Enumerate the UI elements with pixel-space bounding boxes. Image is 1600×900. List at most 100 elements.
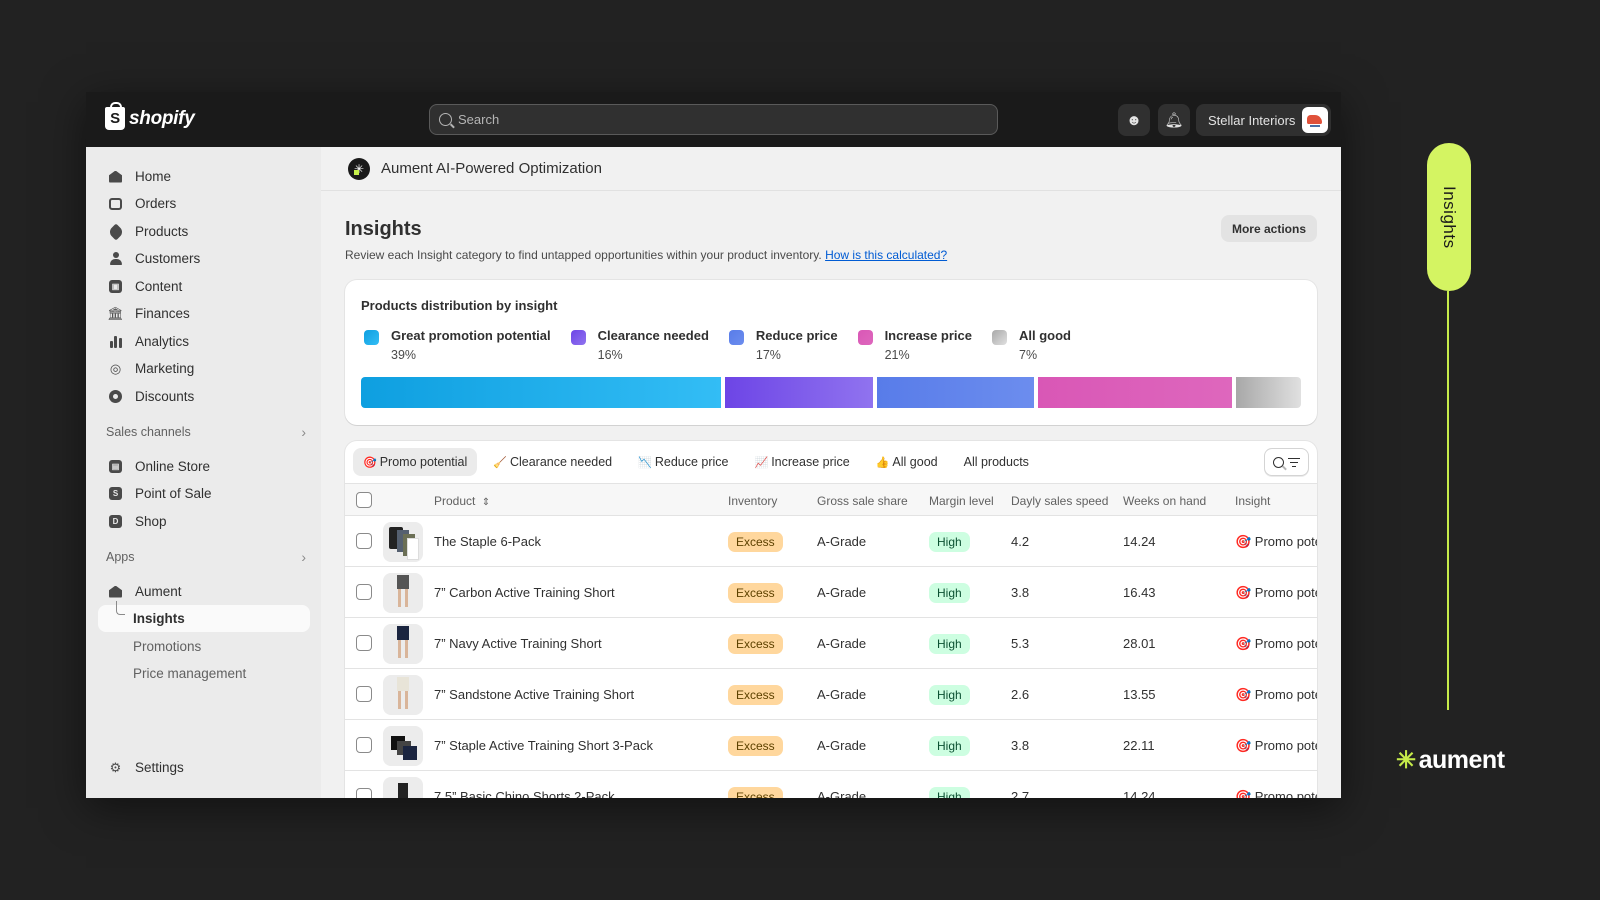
tab-all-good[interactable]: 👍 All good bbox=[866, 448, 948, 476]
margin-badge: High bbox=[929, 583, 970, 603]
column-header-product[interactable]: Product ⇕ bbox=[434, 494, 490, 508]
distribution-title: Products distribution by insight bbox=[361, 298, 558, 313]
store-menu-button[interactable]: Stellar Interiors bbox=[1196, 104, 1331, 136]
sidebar-item-price-management[interactable]: Price management bbox=[98, 660, 310, 687]
product-name[interactable]: 7” Navy Active Training Short bbox=[434, 636, 602, 651]
sidebar-item-orders[interactable]: Orders bbox=[98, 190, 310, 217]
aument-logo-icon: ✳ bbox=[348, 157, 370, 180]
shopify-logo[interactable]: S shopify bbox=[105, 102, 195, 130]
gross-sale-share: A-Grade bbox=[817, 585, 867, 600]
sub-item-arrow-icon bbox=[116, 601, 125, 615]
legend-percent: 17% bbox=[755, 348, 781, 362]
row-checkbox[interactable] bbox=[356, 788, 372, 798]
sidekick-button[interactable]: ☻ bbox=[1118, 104, 1150, 136]
legend-item: Increase price 21% bbox=[857, 328, 972, 362]
tab-reduce-price[interactable]: 📉 Reduce price bbox=[628, 448, 738, 476]
sidebar-item-online-store[interactable]: ▤ Online Store bbox=[98, 453, 310, 480]
sidebar-item-aument[interactable]: Aument bbox=[98, 578, 310, 605]
distribution-segment[interactable] bbox=[1038, 377, 1233, 408]
sidebar-item-label: Home bbox=[135, 169, 172, 184]
product-thumbnail bbox=[383, 624, 423, 664]
product-name[interactable]: 7” Sandstone Active Training Short bbox=[434, 687, 634, 702]
inventory-badge: Excess bbox=[728, 685, 783, 705]
distribution-segment[interactable] bbox=[361, 377, 722, 408]
row-checkbox[interactable] bbox=[356, 686, 372, 702]
legend-percent: 7% bbox=[1019, 348, 1038, 362]
tab-label: Reduce price bbox=[654, 455, 729, 469]
product-name[interactable]: 7” Carbon Active Training Short bbox=[434, 585, 615, 600]
product-name[interactable]: 7” Staple Active Training Short 3-Pack bbox=[434, 738, 653, 753]
search-icon bbox=[1273, 456, 1284, 468]
table-row[interactable]: 7” Carbon Active Training Short Excess A-G… bbox=[345, 567, 1317, 618]
notifications-button[interactable]: 🔔︎ bbox=[1158, 104, 1190, 136]
row-checkbox[interactable] bbox=[356, 584, 372, 600]
apps-header[interactable]: Apps › bbox=[106, 549, 306, 565]
search-input[interactable] bbox=[458, 112, 958, 127]
sidebar-item-analytics[interactable]: Analytics bbox=[98, 328, 310, 355]
table-row[interactable]: 7.5” Basic Chino Shorts 2-Pack Excess A-Gr… bbox=[345, 771, 1317, 798]
sidebar-item-label: Analytics bbox=[135, 334, 190, 349]
sidebar-item-content[interactable]: ▣ Content bbox=[98, 273, 310, 300]
app-title: Aument AI-Powered Optimization bbox=[381, 160, 602, 177]
sidebar-item-discounts[interactable]: Discounts bbox=[98, 383, 310, 410]
distribution-segment[interactable] bbox=[725, 377, 874, 408]
insight-label: 🎯 Promo potential bbox=[1235, 687, 1317, 702]
table-row[interactable]: 7” Navy Active Training Short Excess A-Gra… bbox=[345, 618, 1317, 669]
tab-label: All products bbox=[963, 455, 1029, 469]
sales-channels-header[interactable]: Sales channels › bbox=[106, 424, 306, 440]
product-name[interactable]: The Staple 6-Pack bbox=[434, 534, 541, 549]
sidebar-item-finances[interactable]: 🏛︎ Finances bbox=[98, 300, 310, 327]
legend-swatch bbox=[364, 330, 379, 345]
insight-label: 🎯 Promo potential bbox=[1235, 636, 1317, 651]
sidekick-icon: ☻ bbox=[1126, 111, 1142, 129]
sidebar-item-label: Orders bbox=[135, 196, 177, 211]
legend-name: All good bbox=[1019, 328, 1072, 343]
section-label: Apps bbox=[106, 550, 135, 564]
bar-chart-icon bbox=[108, 334, 123, 349]
sidebar-item-label: Shop bbox=[135, 514, 167, 529]
pos-icon: S bbox=[108, 486, 123, 501]
tab-all-products[interactable]: All products bbox=[954, 448, 1039, 476]
tab-clearance-needed[interactable]: 🧹 Clearance needed bbox=[483, 448, 622, 476]
product-thumbnail bbox=[383, 726, 423, 766]
tab-emoji-icon: 👍 bbox=[875, 456, 890, 469]
inventory-badge: Excess bbox=[728, 532, 783, 552]
sidebar-item-shop[interactable]: D Shop bbox=[98, 508, 310, 535]
sidebar-item-home[interactable]: Home bbox=[98, 163, 310, 190]
distribution-segment[interactable] bbox=[877, 377, 1035, 408]
sidebar-item-label: Promotions bbox=[133, 639, 202, 654]
row-checkbox[interactable] bbox=[356, 635, 372, 651]
sidebar-item-marketing[interactable]: ◎ Marketing bbox=[98, 355, 310, 382]
product-name[interactable]: 7.5” Basic Chino Shorts 2-Pack bbox=[434, 789, 615, 798]
sidebar-item-insights[interactable]: Insights bbox=[98, 601, 310, 632]
sidebar-item-label: Finances bbox=[135, 306, 190, 321]
legend-swatch bbox=[570, 330, 586, 345]
inventory-badge: Excess bbox=[728, 583, 783, 603]
tab-increase-price[interactable]: 📈 Increase price bbox=[745, 448, 860, 476]
daily-sales-speed: 3.8 bbox=[1011, 738, 1030, 753]
page-title: Insights bbox=[345, 218, 422, 240]
discount-icon bbox=[108, 389, 123, 404]
column-header-inventory: Inventory bbox=[728, 494, 778, 508]
legend-name: Clearance needed bbox=[597, 328, 709, 343]
row-checkbox[interactable] bbox=[356, 737, 372, 753]
sidebar-item-settings[interactable]: ⚙ Settings bbox=[98, 754, 310, 781]
search-filter-button[interactable] bbox=[1264, 448, 1309, 476]
table-row[interactable]: 7” Sandstone Active Training Short Excess… bbox=[345, 669, 1317, 720]
sidebar-item-promotions[interactable]: Promotions bbox=[98, 633, 310, 660]
select-all-checkbox[interactable] bbox=[356, 492, 372, 508]
table-row[interactable]: The Staple 6-Pack Excess A-Grade High 4.2 14.… bbox=[345, 516, 1317, 567]
global-search[interactable] bbox=[429, 104, 998, 135]
how-calculated-link[interactable]: How is this calculated? bbox=[825, 248, 947, 262]
tab-label: All good bbox=[892, 455, 938, 469]
more-actions-button[interactable]: More actions bbox=[1220, 215, 1317, 242]
table-row[interactable]: 7” Staple Active Training Short 3-Pack Ex… bbox=[345, 720, 1317, 771]
sidebar-item-point-of-sale[interactable]: S Point of Sale bbox=[98, 480, 310, 507]
sidebar-item-products[interactable]: Products bbox=[98, 218, 310, 245]
home-icon bbox=[108, 169, 123, 184]
tab-promo-potential[interactable]: 🎯 Promo potential bbox=[353, 448, 478, 476]
distribution-segment[interactable] bbox=[1236, 377, 1301, 408]
sidebar-item-label: Products bbox=[135, 224, 189, 239]
row-checkbox[interactable] bbox=[356, 533, 372, 549]
sidebar-item-customers[interactable]: Customers bbox=[98, 245, 310, 272]
